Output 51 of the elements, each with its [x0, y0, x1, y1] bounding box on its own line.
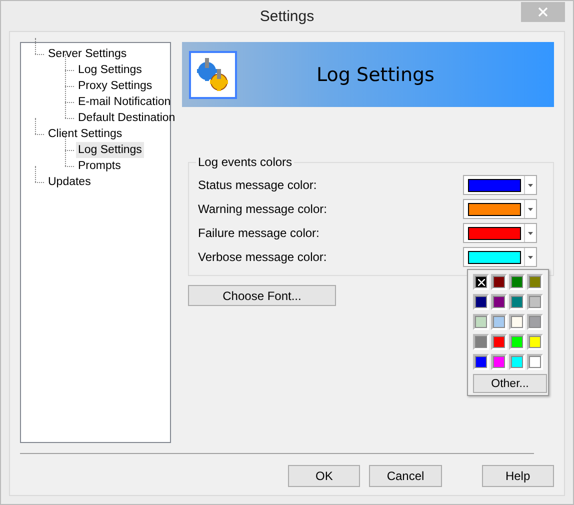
color-swatch[interactable] [527, 294, 543, 310]
color-dropdown[interactable] [463, 199, 537, 219]
color-swatch[interactable] [527, 314, 543, 330]
color-swatch[interactable] [473, 294, 489, 310]
color-swatch[interactable] [473, 314, 489, 330]
tree-item[interactable]: Proxy Settings [76, 78, 154, 94]
tree-item[interactable]: Client Settings [46, 126, 124, 142]
window-title: Settings [260, 8, 314, 24]
color-label: Verbose message color: [198, 250, 328, 264]
color-label: Failure message color: [198, 226, 320, 240]
color-swatch[interactable] [473, 334, 489, 350]
color-swatch[interactable] [527, 274, 543, 290]
dialog-button[interactable]: Help [482, 465, 554, 487]
caret-icon [528, 208, 533, 210]
color-dropdown[interactable] [463, 223, 537, 243]
color-swatch[interactable] [491, 294, 507, 310]
tree-item[interactable]: E-mail Notification [76, 94, 173, 110]
group-title: Log events colors [197, 155, 294, 169]
choose-font-button[interactable]: Choose Font... [188, 285, 336, 306]
caret-icon [528, 256, 533, 258]
color-swatch[interactable] [509, 274, 525, 290]
color-swatch[interactable] [491, 334, 507, 350]
color-swatch[interactable] [509, 294, 525, 310]
tree-item[interactable]: Log Settings [76, 62, 144, 78]
caret-icon [528, 184, 533, 186]
color-swatch[interactable] [473, 274, 489, 290]
caret-icon [528, 232, 533, 234]
other-color-button[interactable]: Other... [473, 374, 547, 393]
color-swatch[interactable] [491, 274, 507, 290]
color-swatch[interactable] [509, 314, 525, 330]
tree-item[interactable]: Server Settings [46, 46, 129, 62]
color-swatch[interactable] [527, 334, 543, 350]
dialog-button[interactable]: Cancel [369, 465, 442, 487]
close-icon [478, 278, 484, 286]
close-icon [538, 7, 548, 17]
color-swatch[interactable] [509, 334, 525, 350]
tree-item[interactable]: Log Settings [76, 142, 144, 158]
color-swatch[interactable] [491, 354, 507, 370]
color-swatch[interactable] [473, 354, 489, 370]
color-label: Status message color: [198, 178, 318, 192]
tree-item[interactable]: Default Destination [76, 110, 178, 126]
color-swatch[interactable] [509, 354, 525, 370]
color-swatch[interactable] [491, 314, 507, 330]
color-dropdown[interactable] [463, 247, 537, 267]
tree-item[interactable]: Updates [46, 174, 93, 190]
color-swatch[interactable] [527, 354, 543, 370]
page-title: Log Settings [316, 64, 436, 86]
dialog-button[interactable]: OK [288, 465, 360, 487]
color-label: Warning message color: [198, 202, 328, 216]
tree-item[interactable]: Prompts [76, 158, 123, 174]
color-dropdown[interactable] [463, 175, 537, 195]
